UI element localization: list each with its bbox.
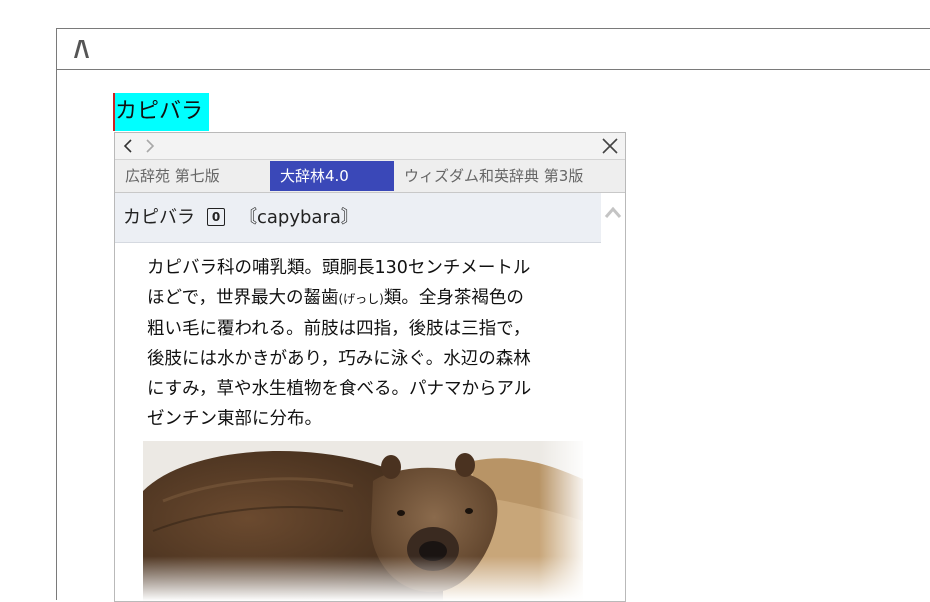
app-window: カピバラ 広辞苑 第七版 大辞林4.0 ウィズダム和英辞典 第3版 カピバラ 0 〘… [56,28,930,602]
app-logo-icon[interactable] [71,38,91,60]
tab-daijirin[interactable]: 大辞林4.0 [270,161,394,191]
definition-text: カピバラ科の哺乳類。頭胴長130センチメートル ほどで，世界最大の齧歯(げっし)… [147,253,592,434]
definition-line: にすみ，草や水生植物を食べる。パナマからアル [147,379,532,399]
accent-badge: 0 [207,208,225,226]
scroll-up-icon[interactable] [603,203,623,223]
entry-header: カピバラ 0 〘capybara〙 [115,193,601,243]
definition-fragment: 類。全身茶褐色の [383,288,524,308]
definition-fragment: ほどで，世界最大の齧歯 [147,288,339,308]
entry-headword: カピバラ [123,207,195,228]
tab-kojien[interactable]: 広辞苑 第七版 [115,161,270,191]
definition-line: 後肢には水かきがあり，巧みに泳ぐ。水辺の森林 [147,349,531,369]
tab-wisdom-waei[interactable]: ウィズダム和英辞典 第3版 [394,161,625,191]
dictionary-popup: 広辞苑 第七版 大辞林4.0 ウィズダム和英辞典 第3版 カピバラ 0 〘capyb… [114,132,626,602]
toolbar [57,29,930,70]
definition-line: 粗い毛に覆われる。前肢は四指，後肢は三指で， [147,319,531,339]
chevron-right-icon[interactable] [141,137,157,155]
capybara-photo [143,441,583,601]
definition-line: カピバラ科の哺乳類。頭胴長130センチメートル [147,258,531,278]
popup-nav-bar [115,133,625,160]
dictionary-tabs: 広辞苑 第七版 大辞林4.0 ウィズダム和英辞典 第3版 [115,160,625,193]
definition-line: ゼンチン東部に分布。 [147,409,322,429]
selected-word-highlight[interactable]: カピバラ [113,93,209,131]
reading-annotation: (げっし) [338,292,384,306]
entry-origin: 〘capybara〙 [239,207,359,228]
selected-word: カピバラ [115,99,204,124]
chevron-left-icon[interactable] [121,137,137,155]
definition-line: ほどで，世界最大の齧歯(げっし)類。全身茶褐色の [147,283,592,314]
close-icon[interactable] [600,136,620,156]
